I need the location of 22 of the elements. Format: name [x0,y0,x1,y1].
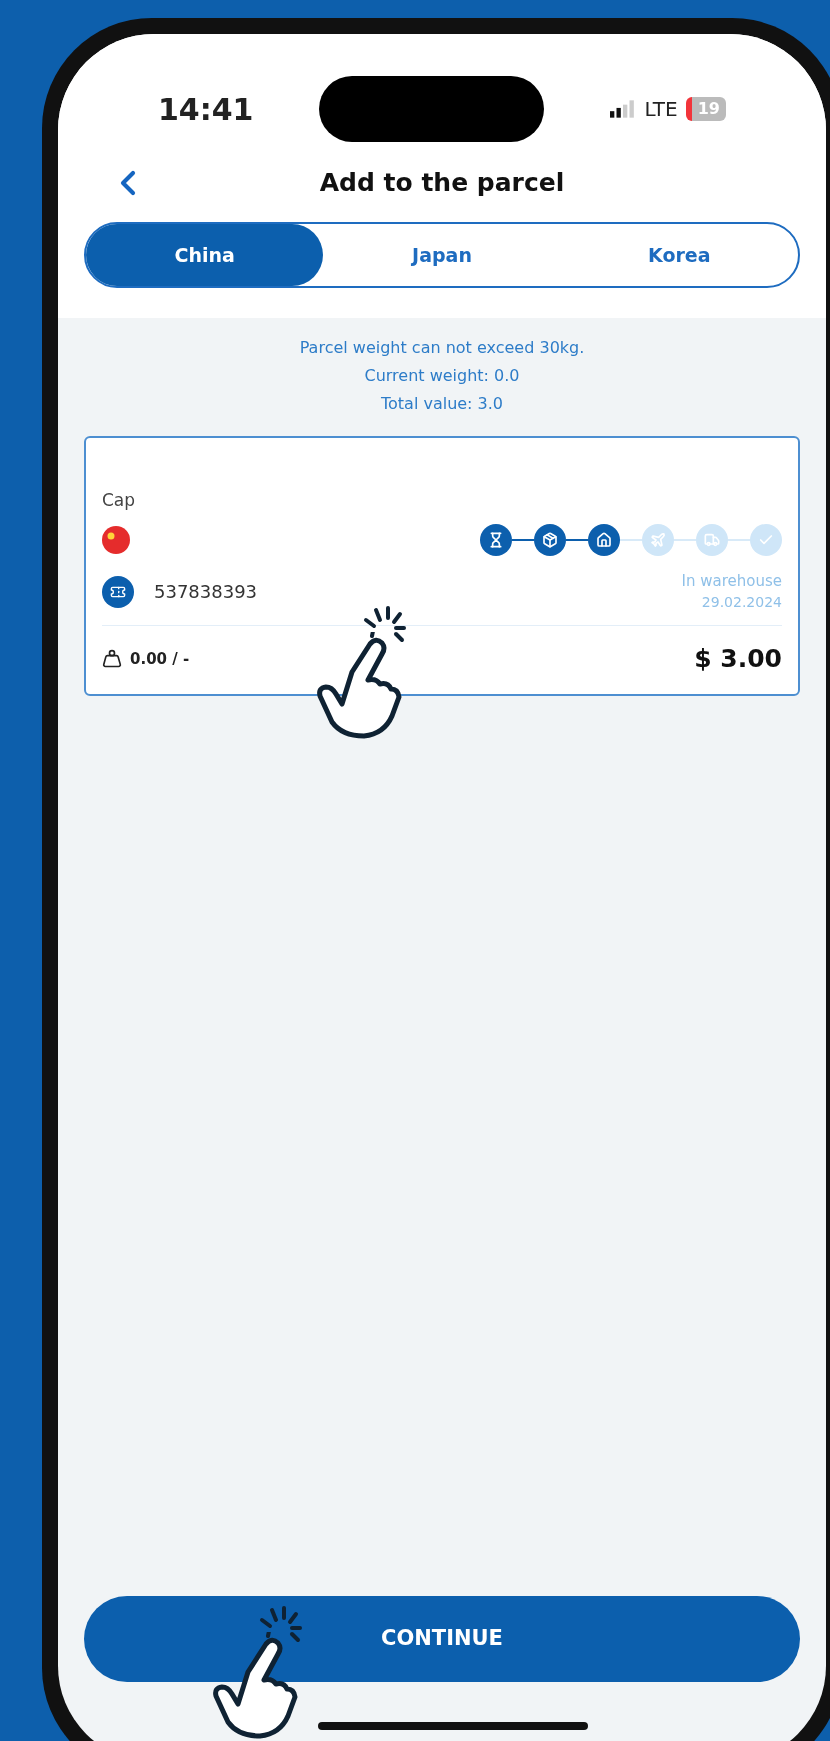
signal-icon [610,100,637,118]
item-price: $ 3.00 [694,643,782,675]
continue-button[interactable]: CONTINUE [84,1596,800,1682]
weight-icon [102,648,122,669]
page-title: Add to the parcel [319,167,565,200]
status-time: 14:41 [158,90,254,129]
country-tab[interactable]: China [86,224,324,286]
parcel-info-text: Current weight: 0.0 [364,365,520,387]
item-name: Cap [102,489,137,512]
flag-icon [102,525,130,554]
item-card[interactable]: Cap 537838393 In warehouse 29.02.2024 0.00 / - $ 3.00 [84,436,800,696]
item-weight: 0.00 / - [130,648,190,670]
ticket-icon [102,575,134,608]
country-tab[interactable]: Japan [323,224,561,286]
item-status: In warehouse [681,570,782,592]
network-label: LTE [644,96,678,123]
battery-indicator: 19 [685,97,726,121]
parcel-info-text: Parcel weight can not exceed 30kg. [299,337,585,359]
tracking-number: 537838393 [154,580,258,604]
status-date: 29.02.2024 [701,593,782,612]
country-tab[interactable]: Korea [560,224,798,286]
parcel-info-text: Total value: 3.0 [380,393,504,415]
